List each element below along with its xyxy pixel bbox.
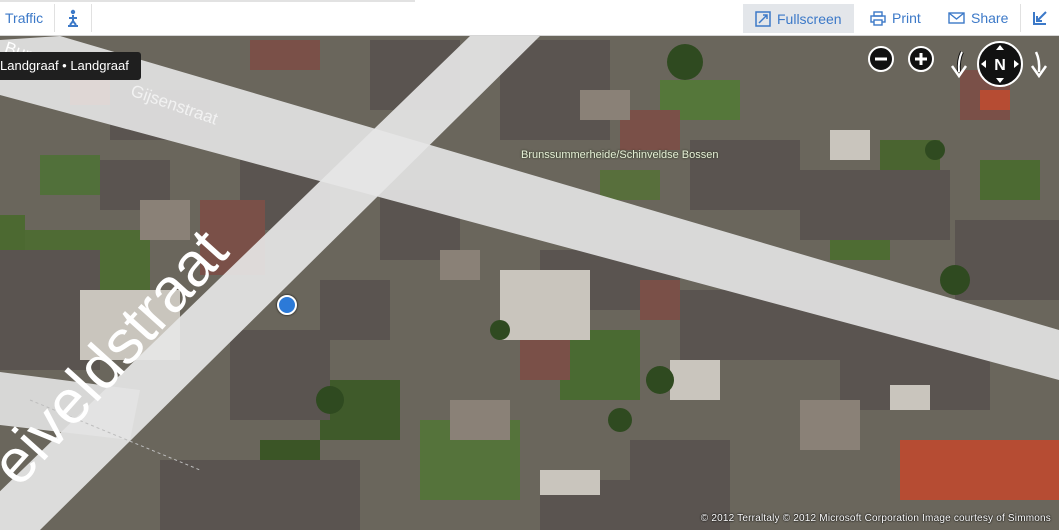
mail-icon <box>948 12 965 24</box>
traffic-button[interactable]: Traffic <box>5 4 43 32</box>
compass-north-label: N <box>994 57 1006 74</box>
print-icon <box>870 10 886 26</box>
location-marker[interactable] <box>277 295 297 315</box>
share-label: Share <box>971 10 1009 26</box>
fullscreen-label: Fullscreen <box>777 10 842 27</box>
pedestrian-icon <box>68 9 78 27</box>
zoom-in-icon[interactable] <box>908 46 934 72</box>
print-button[interactable]: Print <box>870 4 921 32</box>
rotate-right-icon[interactable] <box>1028 50 1052 80</box>
toolbar-separator <box>1020 4 1021 32</box>
map-toolbar: Traffic Fullscreen Print Share <box>0 0 1059 36</box>
zoom-out-icon[interactable] <box>868 46 894 72</box>
fullscreen-icon <box>755 10 771 27</box>
pedestrian-button[interactable] <box>66 4 86 32</box>
aerial-map[interactable]: Bun Gijsenstraat eiveldstraat Brunssumme… <box>0 36 1059 530</box>
location-breadcrumb[interactable]: Landgraaf • Landgraaf <box>0 52 141 80</box>
rotate-left-icon[interactable] <box>948 50 970 78</box>
traffic-label: Traffic <box>5 10 44 26</box>
poi-label: Brunssummerheide/Schinveldse Bossen <box>521 149 719 161</box>
collapse-button[interactable] <box>1032 4 1054 32</box>
print-label: Print <box>892 10 921 26</box>
toolbar-divider <box>0 0 415 2</box>
copyright-notice: © 2012 Terraltaly © 2012 Microsoft Corpo… <box>700 513 1051 524</box>
fullscreen-button[interactable]: Fullscreen <box>743 4 854 33</box>
collapse-arrow-icon <box>1033 11 1047 25</box>
toolbar-separator <box>54 4 55 32</box>
share-button[interactable]: Share <box>948 4 1008 32</box>
toolbar-separator <box>91 4 92 32</box>
compass-icon[interactable]: N <box>976 40 1024 88</box>
location-label: Landgraaf • Landgraaf <box>0 58 129 73</box>
